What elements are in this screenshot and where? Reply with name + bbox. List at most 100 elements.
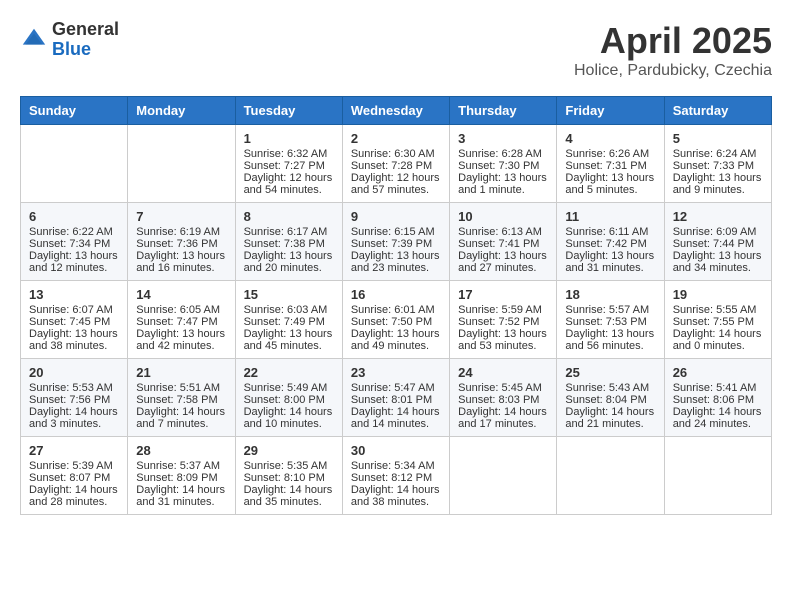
day-info-line: Daylight: 13 hours bbox=[565, 328, 655, 340]
calendar-cell: 11Sunrise: 6:11 AMSunset: 7:42 PMDayligh… bbox=[557, 203, 664, 281]
day-info-line: Sunrise: 5:55 AM bbox=[673, 304, 763, 316]
day-number: 30 bbox=[351, 443, 441, 458]
calendar-cell bbox=[128, 125, 235, 203]
day-info-line: and 7 minutes. bbox=[136, 418, 226, 430]
day-info-line: Daylight: 14 hours bbox=[136, 484, 226, 496]
calendar-cell: 24Sunrise: 5:45 AMSunset: 8:03 PMDayligh… bbox=[450, 359, 557, 437]
day-info-line: and 17 minutes. bbox=[458, 418, 548, 430]
day-info-line: Sunset: 8:09 PM bbox=[136, 472, 226, 484]
day-number: 18 bbox=[565, 287, 655, 302]
calendar-cell: 1Sunrise: 6:32 AMSunset: 7:27 PMDaylight… bbox=[235, 125, 342, 203]
day-info-line: and 57 minutes. bbox=[351, 184, 441, 196]
day-info-line: Daylight: 14 hours bbox=[565, 406, 655, 418]
day-number: 24 bbox=[458, 365, 548, 380]
day-info-line: and 20 minutes. bbox=[244, 262, 334, 274]
day-info-line: Sunset: 8:03 PM bbox=[458, 394, 548, 406]
day-info-line: Sunrise: 6:03 AM bbox=[244, 304, 334, 316]
calendar-cell: 5Sunrise: 6:24 AMSunset: 7:33 PMDaylight… bbox=[664, 125, 771, 203]
day-info-line: Sunrise: 6:17 AM bbox=[244, 226, 334, 238]
day-info-line: Daylight: 14 hours bbox=[458, 406, 548, 418]
day-info-line: and 27 minutes. bbox=[458, 262, 548, 274]
calendar-header-row: SundayMondayTuesdayWednesdayThursdayFrid… bbox=[21, 97, 772, 125]
calendar-week-row: 27Sunrise: 5:39 AMSunset: 8:07 PMDayligh… bbox=[21, 437, 772, 515]
day-number: 10 bbox=[458, 209, 548, 224]
weekday-header: Wednesday bbox=[342, 97, 449, 125]
day-number: 5 bbox=[673, 131, 763, 146]
day-info-line: Sunrise: 6:07 AM bbox=[29, 304, 119, 316]
day-info-line: Daylight: 13 hours bbox=[458, 250, 548, 262]
day-info-line: Sunrise: 6:28 AM bbox=[458, 148, 548, 160]
day-number: 20 bbox=[29, 365, 119, 380]
day-info-line: Daylight: 12 hours bbox=[351, 172, 441, 184]
day-info-line: Sunrise: 5:35 AM bbox=[244, 460, 334, 472]
calendar-table: SundayMondayTuesdayWednesdayThursdayFrid… bbox=[20, 96, 772, 515]
day-info-line: Sunset: 7:41 PM bbox=[458, 238, 548, 250]
day-info-line: Sunrise: 6:26 AM bbox=[565, 148, 655, 160]
day-info-line: Daylight: 13 hours bbox=[351, 328, 441, 340]
day-info-line: and 12 minutes. bbox=[29, 262, 119, 274]
day-info-line: Sunset: 7:50 PM bbox=[351, 316, 441, 328]
day-info-line: Sunset: 7:27 PM bbox=[244, 160, 334, 172]
day-number: 4 bbox=[565, 131, 655, 146]
day-info-line: and 5 minutes. bbox=[565, 184, 655, 196]
day-info-line: Sunset: 8:12 PM bbox=[351, 472, 441, 484]
calendar-cell: 28Sunrise: 5:37 AMSunset: 8:09 PMDayligh… bbox=[128, 437, 235, 515]
day-number: 16 bbox=[351, 287, 441, 302]
day-info-line: Daylight: 12 hours bbox=[244, 172, 334, 184]
page-header: General Blue April 2025 Holice, Pardubic… bbox=[20, 20, 772, 80]
day-info-line: and 23 minutes. bbox=[351, 262, 441, 274]
day-info-line: and 3 minutes. bbox=[29, 418, 119, 430]
calendar-cell: 6Sunrise: 6:22 AMSunset: 7:34 PMDaylight… bbox=[21, 203, 128, 281]
day-info-line: and 31 minutes. bbox=[565, 262, 655, 274]
day-info-line: Sunset: 8:01 PM bbox=[351, 394, 441, 406]
calendar-cell: 22Sunrise: 5:49 AMSunset: 8:00 PMDayligh… bbox=[235, 359, 342, 437]
day-info-line: Daylight: 13 hours bbox=[673, 172, 763, 184]
day-info-line: Sunrise: 5:37 AM bbox=[136, 460, 226, 472]
day-info-line: Daylight: 14 hours bbox=[136, 406, 226, 418]
day-number: 8 bbox=[244, 209, 334, 224]
day-info-line: and 21 minutes. bbox=[565, 418, 655, 430]
day-number: 12 bbox=[673, 209, 763, 224]
day-info-line: Sunset: 7:55 PM bbox=[673, 316, 763, 328]
day-info-line: and 1 minute. bbox=[458, 184, 548, 196]
day-info-line: Sunrise: 6:15 AM bbox=[351, 226, 441, 238]
day-info-line: Sunset: 7:33 PM bbox=[673, 160, 763, 172]
calendar-cell: 18Sunrise: 5:57 AMSunset: 7:53 PMDayligh… bbox=[557, 281, 664, 359]
day-info-line: Daylight: 14 hours bbox=[244, 484, 334, 496]
day-info-line: and 56 minutes. bbox=[565, 340, 655, 352]
day-info-line: Daylight: 14 hours bbox=[673, 328, 763, 340]
day-number: 7 bbox=[136, 209, 226, 224]
day-info-line: and 54 minutes. bbox=[244, 184, 334, 196]
day-info-line: Sunset: 8:06 PM bbox=[673, 394, 763, 406]
day-info-line: Daylight: 13 hours bbox=[136, 328, 226, 340]
weekday-header: Sunday bbox=[21, 97, 128, 125]
calendar-cell: 12Sunrise: 6:09 AMSunset: 7:44 PMDayligh… bbox=[664, 203, 771, 281]
day-info-line: Daylight: 13 hours bbox=[136, 250, 226, 262]
day-number: 15 bbox=[244, 287, 334, 302]
day-info-line: Daylight: 13 hours bbox=[458, 172, 548, 184]
day-number: 6 bbox=[29, 209, 119, 224]
day-info-line: Sunrise: 5:43 AM bbox=[565, 382, 655, 394]
day-number: 29 bbox=[244, 443, 334, 458]
calendar-cell bbox=[21, 125, 128, 203]
day-info-line: Sunset: 7:45 PM bbox=[29, 316, 119, 328]
day-number: 26 bbox=[673, 365, 763, 380]
day-info-line: Daylight: 13 hours bbox=[458, 328, 548, 340]
day-info-line: Sunset: 7:42 PM bbox=[565, 238, 655, 250]
day-info-line: Sunrise: 5:39 AM bbox=[29, 460, 119, 472]
calendar-cell: 2Sunrise: 6:30 AMSunset: 7:28 PMDaylight… bbox=[342, 125, 449, 203]
day-info-line: Daylight: 14 hours bbox=[29, 406, 119, 418]
calendar-cell: 7Sunrise: 6:19 AMSunset: 7:36 PMDaylight… bbox=[128, 203, 235, 281]
logo: General Blue bbox=[20, 20, 119, 60]
day-info-line: Sunset: 7:47 PM bbox=[136, 316, 226, 328]
day-number: 13 bbox=[29, 287, 119, 302]
calendar-cell: 3Sunrise: 6:28 AMSunset: 7:30 PMDaylight… bbox=[450, 125, 557, 203]
day-info-line: Daylight: 13 hours bbox=[244, 250, 334, 262]
day-info-line: Sunrise: 6:13 AM bbox=[458, 226, 548, 238]
day-info-line: Sunrise: 6:11 AM bbox=[565, 226, 655, 238]
day-info-line: Sunset: 7:56 PM bbox=[29, 394, 119, 406]
day-info-line: Sunset: 7:58 PM bbox=[136, 394, 226, 406]
day-info-line: Sunset: 8:10 PM bbox=[244, 472, 334, 484]
day-number: 19 bbox=[673, 287, 763, 302]
calendar-cell: 25Sunrise: 5:43 AMSunset: 8:04 PMDayligh… bbox=[557, 359, 664, 437]
